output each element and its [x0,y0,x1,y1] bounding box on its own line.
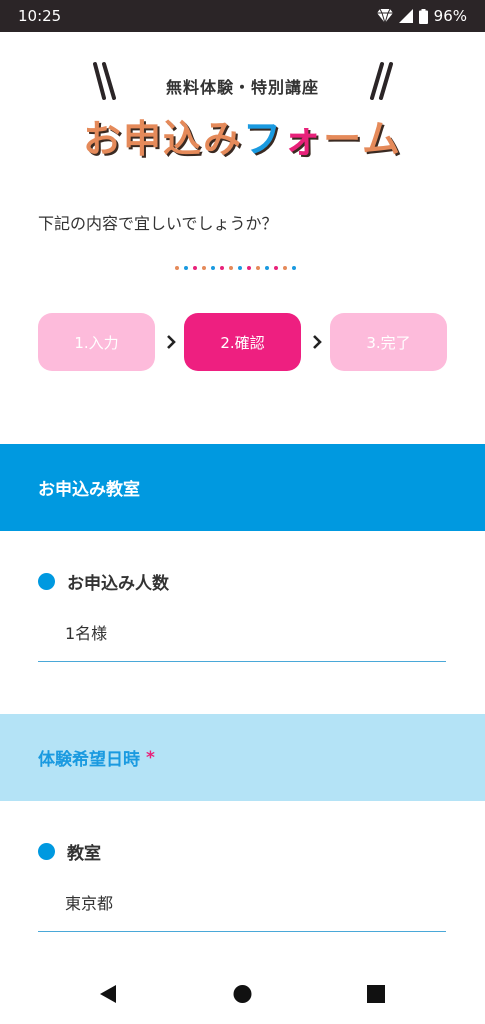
battery-level: 96% [433,7,467,25]
dot [238,266,242,270]
field-label-applicants: お申込み人数 [38,569,169,594]
decorative-dots [175,266,296,270]
dot [193,266,197,270]
confirm-prompt: 下記の内容で宜しいでしょうか？ [38,214,278,233]
dot [247,266,251,270]
logo-title-part-4: ーム [323,117,402,161]
logo-title-part-3: ォ [283,117,324,161]
logo-subtitle: 無料体験・特別講座 [165,78,319,97]
field-divider [38,661,446,662]
section-header-schedule: 体験希望日時 * [0,714,485,801]
form-logo: 無料体験・特別講座 お申込みフォーム [0,60,485,163]
field-label-applicants-text: お申込み人数 [67,574,169,594]
status-icons: 96% [376,7,467,25]
field-value-classroom: 東京都 [65,894,114,913]
logo-title-part-2: フ [243,117,284,161]
home-icon[interactable] [233,984,252,1004]
step-input-label: 1.入力 [74,333,119,352]
logo-title-part-1: お申込み [83,117,244,161]
field-divider [38,931,446,932]
field-value-applicants: 1名様 [65,624,108,643]
bullet-icon [38,843,55,860]
dot [220,266,224,270]
section-title-schedule: 体験希望日時 [38,750,140,770]
dot [175,266,179,270]
dot [274,266,278,270]
dot [184,266,188,270]
dot [265,266,269,270]
section-header-classroom: お申込み教室 [0,444,485,531]
signal-icon [398,9,413,23]
step-confirm-label: 2.確認 [220,333,265,352]
back-icon[interactable] [99,984,117,1004]
status-bar: 10:25 96% [0,0,485,32]
dot [229,266,233,270]
step-confirm: 2.確認 [184,313,301,371]
status-time: 10:25 [18,7,62,25]
dot [256,266,260,270]
bullet-icon [38,573,55,590]
section-title-classroom: お申込み教室 [38,480,140,500]
dot [283,266,287,270]
field-label-classroom-text: 教室 [67,844,101,864]
chevron-right-icon [167,335,176,349]
step-input: 1.入力 [38,313,155,371]
required-mark: * [146,747,155,768]
diamond-icon [376,9,393,23]
field-label-classroom: 教室 [38,839,101,864]
step-indicator: 1.入力 2.確認 3.完了 [38,313,447,371]
dot [292,266,296,270]
logo-title: お申込みフォーム [0,108,485,163]
step-complete-label: 3.完了 [366,333,411,352]
battery-icon [418,8,428,24]
dot [211,266,215,270]
navigation-bar [0,962,485,1024]
dot [202,266,206,270]
step-complete: 3.完了 [330,313,447,371]
recents-icon[interactable] [367,984,385,1004]
chevron-right-icon [313,335,322,349]
